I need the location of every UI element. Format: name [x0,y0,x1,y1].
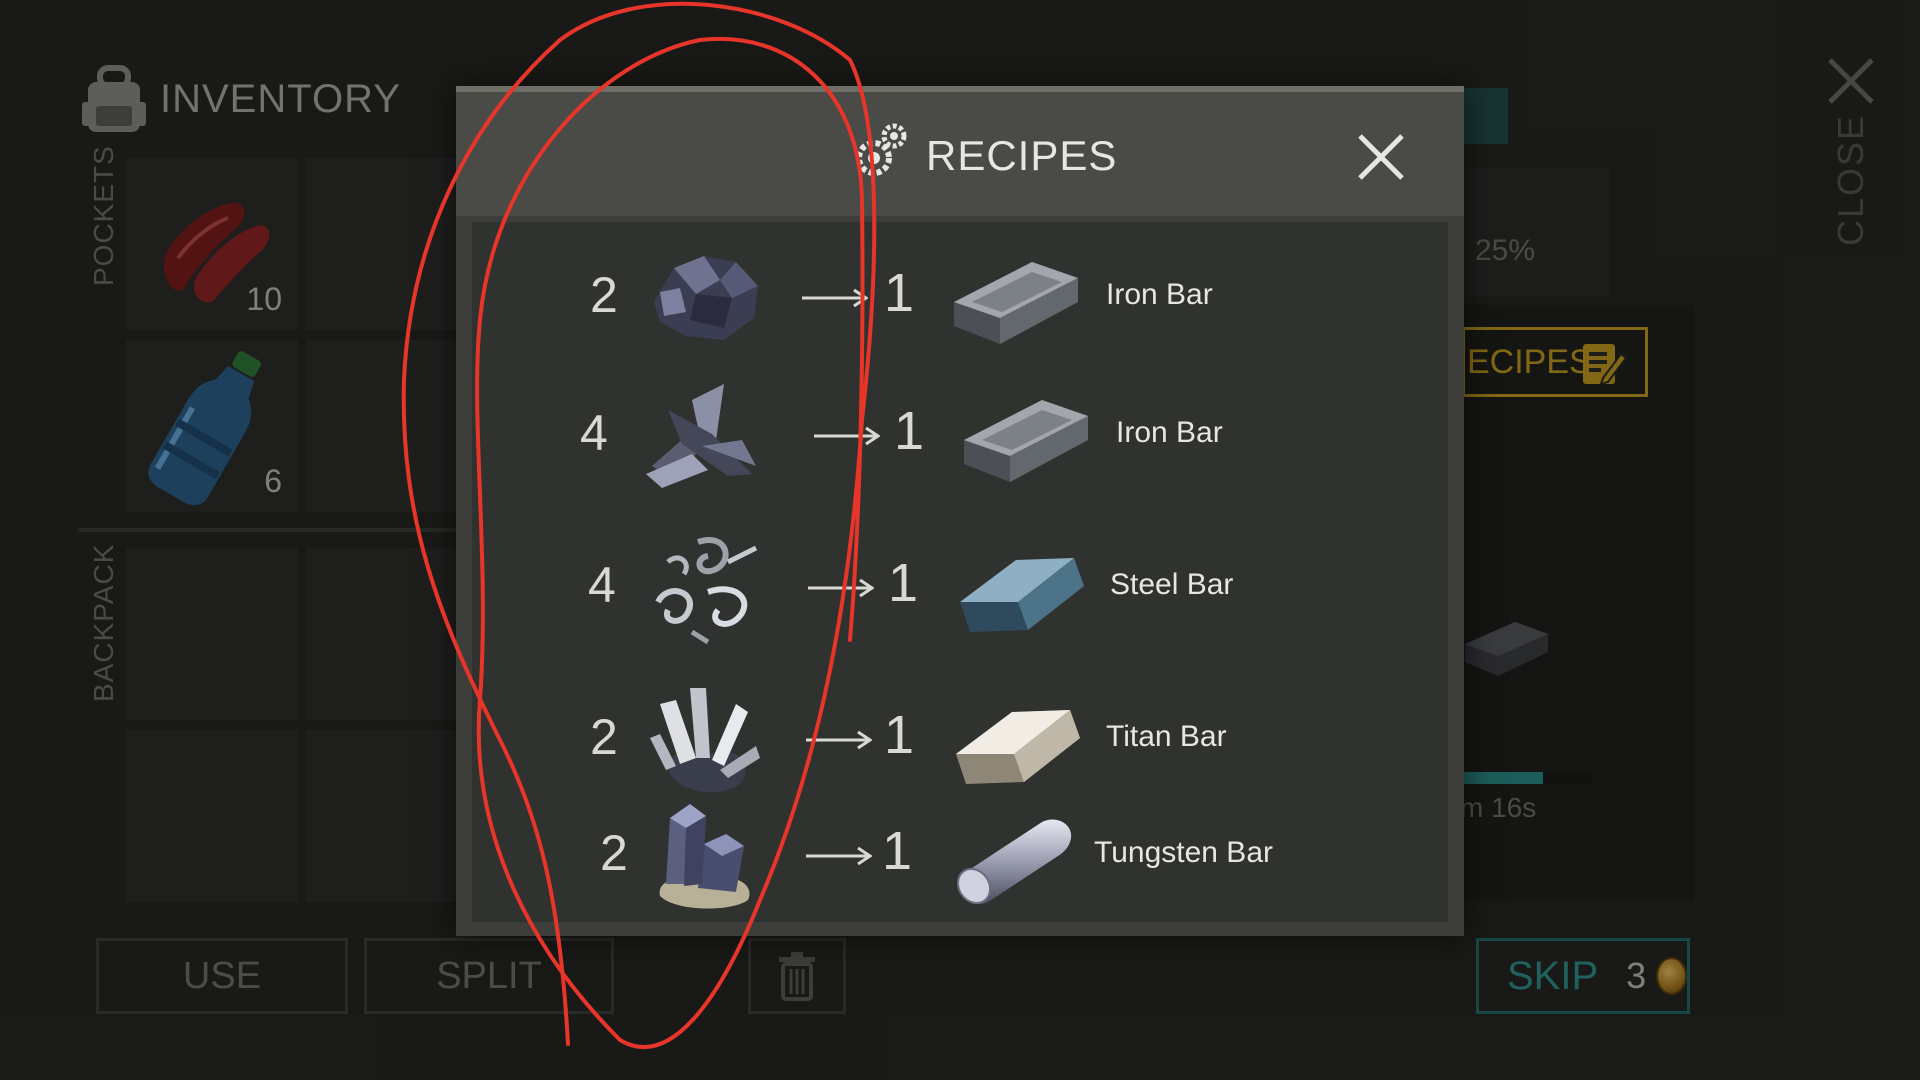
output-name: Tungsten Bar [1094,836,1273,869]
recipe-list: 2 1 Iron Bar 4 1 Iron Bar 4 1 Steel Bar … [472,222,1448,922]
output-name: Steel Bar [1110,568,1234,601]
output-name: Titan Bar [1106,720,1227,753]
arrow-icon [806,846,872,866]
output-quantity: 1 [884,705,915,765]
arrow-icon [808,578,874,598]
arrow-icon [806,730,872,750]
input-quantity: 2 [590,709,618,765]
game-screen: INVENTORY POCKETS BACKPACK 10 6 USE SPLI… [0,0,1920,1080]
input-quantity: 2 [600,825,628,881]
output-quantity: 1 [894,401,925,461]
input-quantity: 4 [588,557,616,613]
tungsten-bar-icon [956,819,1072,905]
recipe-row[interactable]: 4 1 Iron Bar [472,366,1448,506]
input-quantity: 2 [590,267,618,323]
output-quantity: 1 [884,263,915,323]
steel-bar-icon [960,558,1084,632]
output-name: Iron Bar [1106,278,1213,311]
output-name: Iron Bar [1116,416,1223,449]
recipe-row[interactable]: 2 1 Tungsten Bar [472,780,1448,920]
iron-bar-icon [964,400,1088,482]
iron-ore-icon [654,256,758,340]
arrow-icon [814,426,880,446]
scrap-metal-icon [646,384,756,488]
tungsten-crystals-icon [659,804,750,909]
dialog-close-icon[interactable] [1356,132,1406,182]
recipes-dialog: RECIPES 2 1 Iron Bar 4 1 Iron Bar 4 1 St… [456,86,1464,936]
dialog-header: RECIPES [456,92,1464,216]
dialog-title: RECIPES [926,132,1118,179]
output-quantity: 1 [882,821,913,881]
recipe-row[interactable]: 2 1 Iron Bar [472,228,1448,368]
gears-icon [856,123,907,176]
metal-shavings-icon [655,537,758,645]
output-quantity: 1 [888,553,919,613]
recipe-row[interactable]: 4 1 Steel Bar [472,518,1448,658]
input-quantity: 4 [580,405,608,461]
arrow-icon [802,288,868,308]
titan-bar-icon [956,710,1080,784]
iron-bar-icon [954,262,1078,344]
